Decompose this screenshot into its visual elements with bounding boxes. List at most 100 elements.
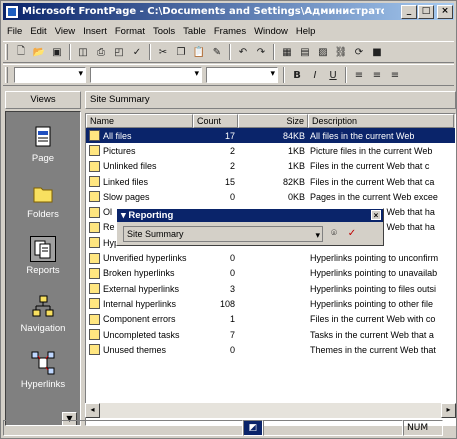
row-name-cell: Unverified hyperlinks bbox=[86, 252, 193, 264]
format-painter-icon[interactable]: ✎ bbox=[209, 44, 225, 60]
publish-icon[interactable]: ◫ bbox=[75, 44, 91, 60]
report-item-icon bbox=[89, 130, 100, 142]
table-row[interactable]: Unused themes 0 Themes in the current Web … bbox=[86, 342, 455, 357]
view-reports[interactable]: Reports bbox=[6, 236, 80, 276]
toolbar-grip[interactable] bbox=[5, 44, 8, 60]
preview-icon[interactable]: ◰ bbox=[111, 44, 127, 60]
scroll-left-button[interactable]: ◂ bbox=[85, 403, 100, 418]
column-description[interactable]: Description bbox=[308, 114, 454, 128]
align-left-icon[interactable]: ≡ bbox=[351, 67, 367, 83]
frontpage-app-icon[interactable] bbox=[5, 4, 19, 19]
table-row[interactable]: Broken hyperlinks 0 Hyperlinks pointing to… bbox=[86, 266, 455, 281]
toolbar-grip[interactable] bbox=[5, 67, 8, 83]
underline-icon[interactable]: U bbox=[325, 67, 341, 83]
italic-icon[interactable]: I bbox=[307, 67, 323, 83]
close-button[interactable]: × bbox=[437, 5, 453, 19]
new-page-icon[interactable]: 🗋 bbox=[13, 44, 29, 60]
table-row[interactable]: All files 17 84KB All files in the current … bbox=[86, 128, 455, 144]
redo-icon[interactable]: ↷ bbox=[253, 44, 269, 60]
menu-file[interactable]: File bbox=[3, 26, 26, 37]
standard-toolbar: 🗋 📂 ▣ ◫ ⎙ ◰ ✓ ✂ ❐ 📋 ✎ ↶ ↷ ▦ ▤ ▨ ⛓ ⟳ ■ bbox=[3, 41, 454, 63]
table-row[interactable]: Unlinked files 2 1KB Files in the current W… bbox=[86, 159, 455, 174]
table-row[interactable]: Unverified hyperlinks 0 Hyperlinks pointin… bbox=[86, 250, 455, 265]
chevron-down-icon[interactable]: ▾ bbox=[121, 210, 126, 221]
refresh-icon[interactable]: ⟳ bbox=[351, 44, 367, 60]
maximize-button[interactable]: □ bbox=[418, 5, 434, 19]
row-name: Unused themes bbox=[103, 344, 167, 355]
menu-format[interactable]: Format bbox=[111, 26, 149, 37]
copy-icon[interactable]: ❐ bbox=[173, 44, 189, 60]
toolbar-separator bbox=[345, 67, 347, 83]
table-row[interactable]: Internal hyperlinks 108 Hyperlinks pointin… bbox=[86, 296, 455, 311]
scroll-track[interactable] bbox=[100, 403, 441, 418]
folders-view-icon bbox=[30, 180, 56, 206]
undo-icon[interactable]: ↶ bbox=[235, 44, 251, 60]
report-item-icon bbox=[89, 206, 100, 218]
menu-tools[interactable]: Tools bbox=[149, 26, 179, 37]
reporting-toolbar-title[interactable]: ▾ Reporting × bbox=[117, 209, 383, 222]
menu-table[interactable]: Table bbox=[179, 26, 210, 37]
view-page[interactable]: Page bbox=[6, 124, 80, 164]
table-row[interactable]: Pictures 2 1KB Picture files in the current… bbox=[86, 143, 455, 158]
stop-icon[interactable]: ■ bbox=[369, 44, 385, 60]
menu-help[interactable]: Help bbox=[292, 26, 320, 37]
table-row[interactable]: Linked files 15 82KB Files in the current W… bbox=[86, 174, 455, 189]
window-title: Microsoft FrontPage - C:\Documents and S… bbox=[22, 6, 384, 17]
row-description: Files in the current Web that c bbox=[310, 161, 430, 172]
edit-hyperlink-icon[interactable]: ✓ bbox=[344, 226, 360, 242]
row-name-cell: Pictures bbox=[86, 145, 193, 157]
menu-edit[interactable]: Edit bbox=[26, 26, 50, 37]
column-count[interactable]: Count bbox=[193, 114, 238, 128]
title-bar[interactable]: Microsoft FrontPage - C:\Documents and S… bbox=[3, 3, 454, 20]
row-name: Pictures bbox=[103, 145, 136, 156]
align-center-icon[interactable]: ≡ bbox=[369, 67, 385, 83]
table-row[interactable]: Component errors 1 Files in the current We… bbox=[86, 312, 455, 327]
view-label: Reports bbox=[26, 265, 60, 276]
save-icon[interactable]: ▣ bbox=[49, 44, 65, 60]
verify-hyperlinks-icon[interactable]: ⌾ bbox=[326, 226, 342, 242]
paste-icon[interactable]: 📋 bbox=[191, 44, 207, 60]
horizontal-scrollbar[interactable]: ◂ ▸ bbox=[85, 403, 456, 418]
reporting-close-button[interactable]: × bbox=[371, 210, 381, 220]
web-component-icon[interactable]: ▦ bbox=[279, 44, 295, 60]
row-name-cell: External hyperlinks bbox=[86, 283, 193, 295]
menu-view[interactable]: View bbox=[51, 26, 79, 37]
row-name: Internal hyperlinks bbox=[103, 298, 177, 309]
view-navigation[interactable]: Navigation bbox=[6, 294, 80, 334]
hyperlink-icon[interactable]: ⛓ bbox=[333, 44, 349, 60]
view-folders[interactable]: Folders bbox=[6, 180, 80, 220]
table-row[interactable]: Slow pages 0 0KB Pages in the current Web e… bbox=[86, 189, 455, 204]
insert-picture-icon[interactable]: ▨ bbox=[315, 44, 331, 60]
column-size[interactable]: Size bbox=[238, 114, 308, 128]
print-icon[interactable]: ⎙ bbox=[93, 44, 109, 60]
report-item-icon bbox=[89, 160, 100, 172]
scroll-right-button[interactable]: ▸ bbox=[441, 403, 456, 418]
toolbar-separator bbox=[283, 67, 285, 83]
insert-table-icon[interactable]: ▤ bbox=[297, 44, 313, 60]
bold-icon[interactable]: B bbox=[289, 67, 305, 83]
report-item-icon bbox=[89, 329, 100, 340]
font-size-combo[interactable] bbox=[206, 67, 278, 83]
report-item-icon bbox=[89, 176, 100, 188]
row-description: Hyperlinks pointing to files outsi bbox=[310, 283, 437, 294]
spelling-icon[interactable]: ✓ bbox=[129, 44, 145, 60]
row-count: 17 bbox=[224, 130, 235, 141]
font-combo[interactable] bbox=[90, 67, 202, 83]
open-icon[interactable]: 📂 bbox=[31, 44, 47, 60]
report-item-icon bbox=[89, 191, 100, 203]
table-row[interactable]: Uncompleted tasks 7 Tasks in the current W… bbox=[86, 327, 455, 342]
cut-icon[interactable]: ✂ bbox=[155, 44, 171, 60]
report-select[interactable]: Site Summary bbox=[123, 225, 323, 242]
table-row[interactable]: External hyperlinks 3 Hyperlinks pointing … bbox=[86, 281, 455, 296]
align-right-icon[interactable]: ≡ bbox=[387, 67, 403, 83]
style-combo[interactable] bbox=[14, 67, 86, 83]
minimize-button[interactable]: _ bbox=[401, 5, 417, 19]
report-item-icon bbox=[89, 221, 100, 233]
menu-insert[interactable]: Insert bbox=[79, 26, 111, 37]
menu-window[interactable]: Window bbox=[250, 26, 292, 37]
row-count: 2 bbox=[229, 161, 235, 172]
view-hyperlinks[interactable]: Hyperlinks bbox=[6, 350, 80, 390]
row-name-cell: Unused themes bbox=[86, 344, 193, 356]
column-name[interactable]: Name bbox=[86, 114, 193, 128]
menu-frames[interactable]: Frames bbox=[210, 26, 250, 37]
